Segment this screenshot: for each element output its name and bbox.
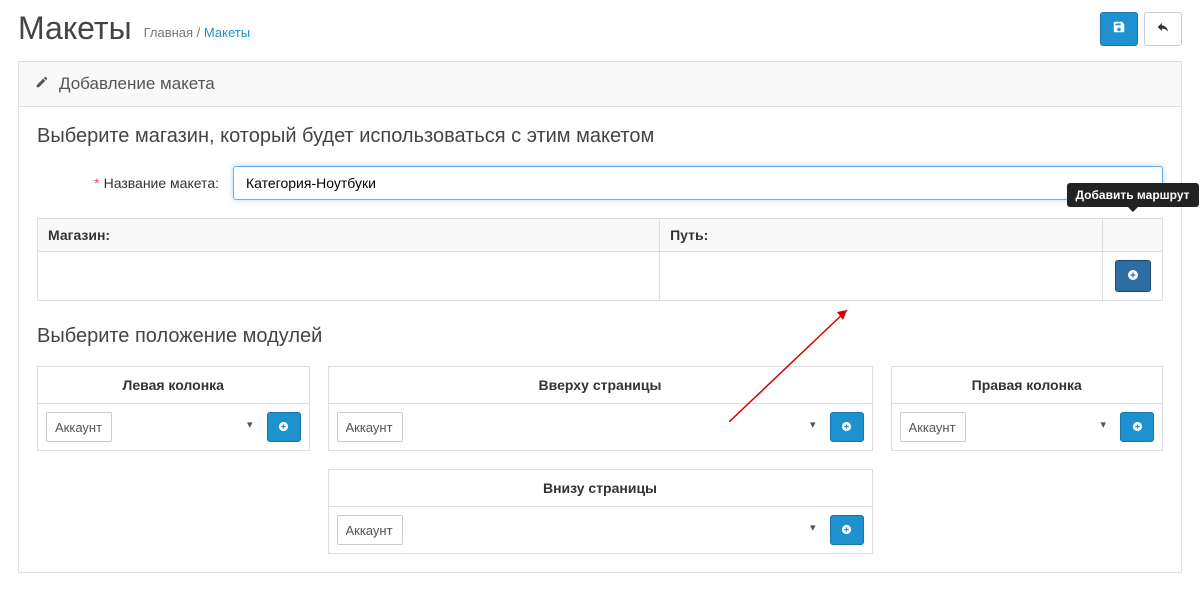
top-page-add-button[interactable] [830,412,864,442]
plus-circle-icon [841,420,852,435]
table-row [38,252,1163,301]
left-column-title: Левая колонка [38,367,309,404]
add-route-tooltip: Добавить маршрут [1066,183,1198,207]
save-button[interactable] [1100,12,1138,46]
section-modules-title: Выберите положение модулей [37,325,1163,348]
bottom-page-add-button[interactable] [830,515,864,545]
name-label: *Название макета: [37,175,233,191]
panel-heading: Добавление макета [59,74,215,94]
pencil-icon [35,75,49,94]
breadcrumb-home[interactable]: Главная [144,25,193,40]
plus-circle-icon [278,420,289,435]
breadcrumb: Главная / Макеты [144,17,250,40]
right-column-box: Правая колонка Аккаунт [891,366,1164,451]
breadcrumb-current[interactable]: Макеты [204,25,250,40]
left-column-box: Левая колонка Аккаунт [37,366,310,451]
layout-name-input[interactable] [233,166,1163,200]
add-route-button[interactable] [1115,260,1151,292]
top-page-title: Вверху страницы [329,367,872,404]
right-column-add-button[interactable] [1120,412,1154,442]
col-store: Магазин: [38,219,660,252]
left-column-select[interactable]: Аккаунт [46,412,112,442]
reply-icon [1156,20,1170,37]
table-header-row: Магазин: Путь: Добавить маршрут [38,219,1163,252]
back-button[interactable] [1144,12,1182,46]
bottom-page-title: Внизу страницы [329,470,872,507]
page-title: Макеты [18,10,132,47]
right-column-select[interactable]: Аккаунт [900,412,966,442]
top-page-box: Вверху страницы Аккаунт [328,366,873,451]
bottom-page-box: Внизу страницы Аккаунт [328,469,873,554]
top-page-select[interactable]: Аккаунт [337,412,403,442]
plus-circle-icon [1127,269,1139,284]
left-column-add-button[interactable] [267,412,301,442]
plus-circle-icon [1132,420,1143,435]
bottom-page-select[interactable]: Аккаунт [337,515,403,545]
plus-circle-icon [841,523,852,538]
right-column-title: Правая колонка [892,367,1163,404]
col-route: Путь: [660,219,1103,252]
save-icon [1112,20,1126,37]
section-store-title: Выберите магазин, который будет использо… [37,125,1163,148]
